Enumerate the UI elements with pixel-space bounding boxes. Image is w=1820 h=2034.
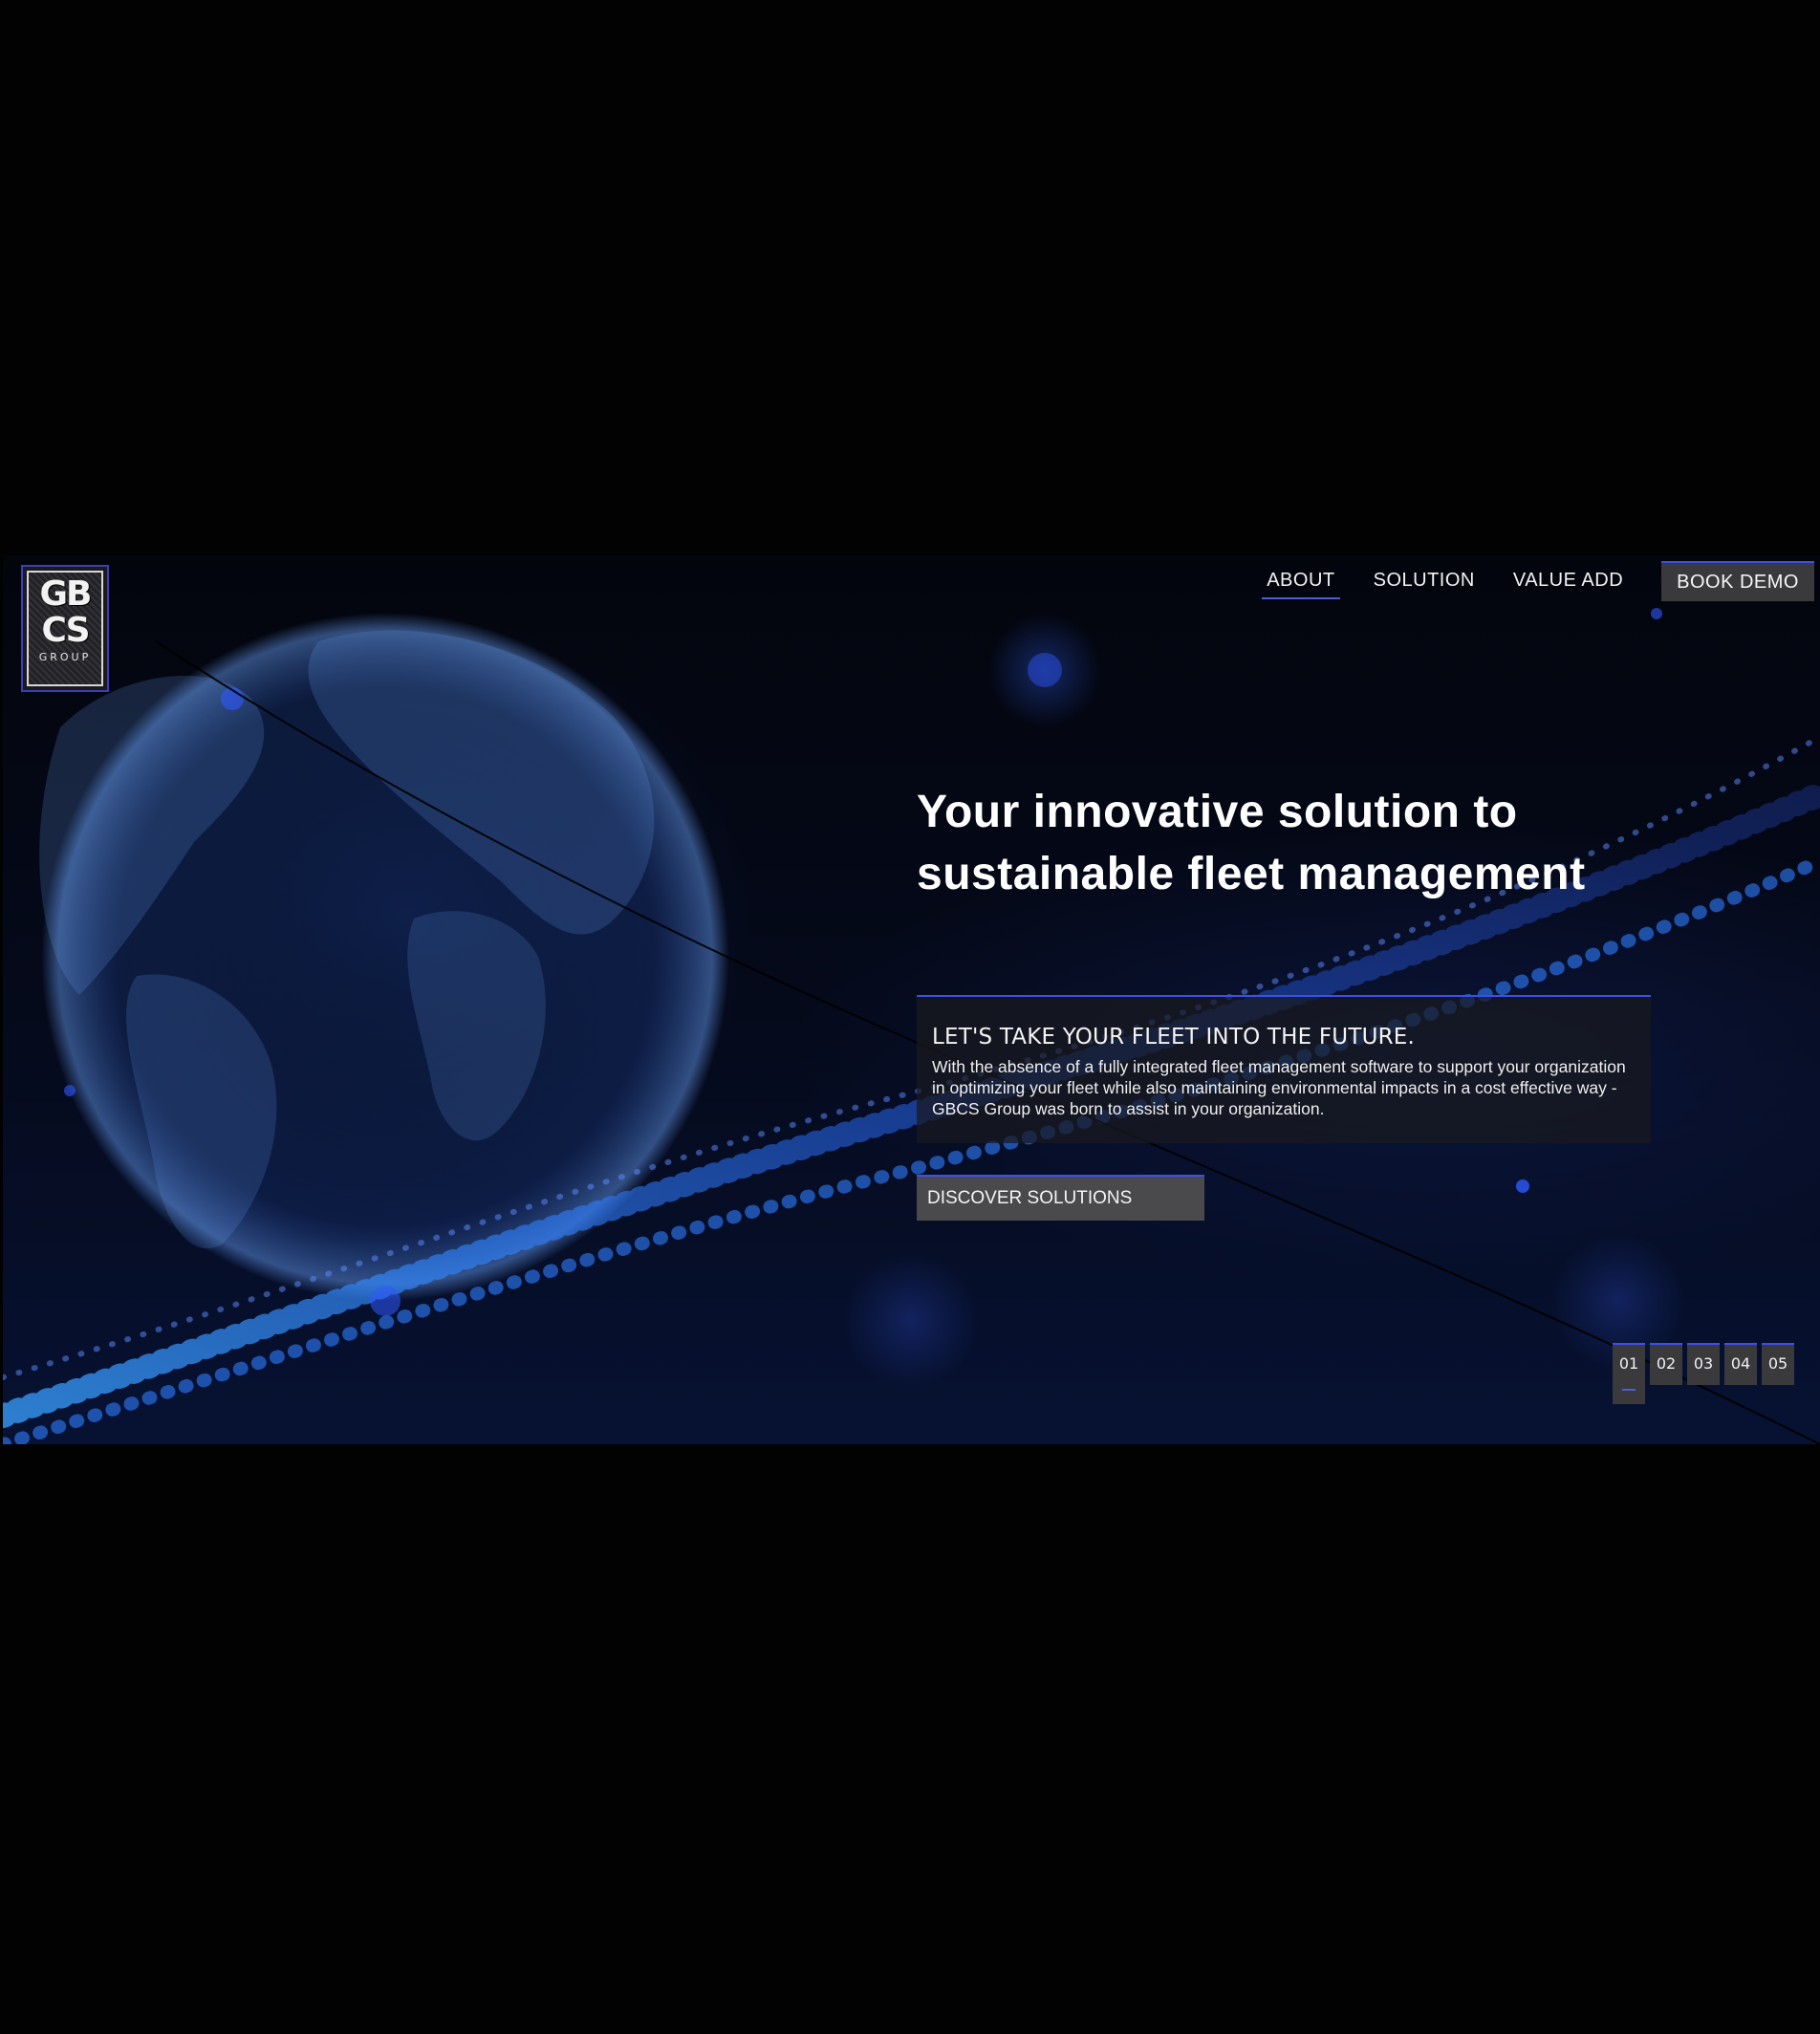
hero-description: With the absence of a fully integrated f… — [932, 1057, 1626, 1118]
main-nav: ABOUT SOLUTION VALUE ADD BOOK DEMO — [1233, 561, 1814, 601]
logo-subtext: GROUP — [38, 651, 92, 663]
hero-section: GB CS GROUP ABOUT SOLUTION VALUE ADD BOO… — [3, 555, 1820, 1444]
hero-subheading: LET'S TAKE YOUR FLEET INTO THE FUTURE. — [932, 1025, 1416, 1049]
slide-pager: 01 02 03 04 05 — [1613, 1343, 1799, 1404]
slide-pager-item[interactable]: 03 — [1687, 1343, 1720, 1385]
logo-mark: GB CS GROUP — [27, 571, 103, 686]
logo-letters: GB CS — [39, 574, 93, 650]
hero-headline: Your innovative solution to sustainable … — [917, 787, 1586, 899]
logo[interactable]: GB CS GROUP — [21, 565, 109, 692]
nav-item-value-add[interactable]: VALUE ADD — [1508, 564, 1628, 599]
nav-item-about[interactable]: ABOUT — [1262, 564, 1341, 599]
nav-item-solution[interactable]: SOLUTION — [1369, 564, 1480, 599]
discover-solutions-button[interactable]: DISCOVER SOLUTIONS — [917, 1175, 1204, 1221]
slide-pager-item[interactable]: 02 — [1650, 1343, 1682, 1385]
slide-pager-item[interactable]: 05 — [1762, 1343, 1794, 1385]
slide-pager-item[interactable]: 04 — [1724, 1343, 1757, 1385]
hero-info-box: LET'S TAKE YOUR FLEET INTO THE FUTURE. W… — [917, 995, 1651, 1143]
book-demo-button[interactable]: BOOK DEMO — [1661, 561, 1814, 601]
slide-pager-item[interactable]: 01 — [1613, 1343, 1645, 1404]
